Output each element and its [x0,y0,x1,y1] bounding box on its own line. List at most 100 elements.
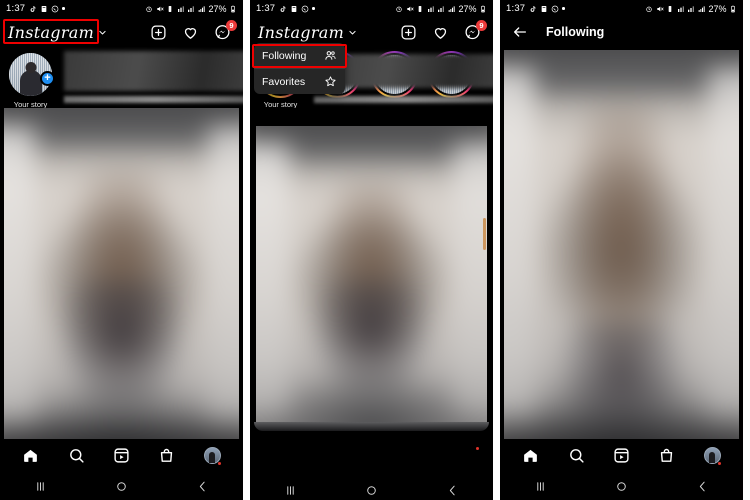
recents-icon[interactable] [534,480,547,493]
header-actions: 9 [150,19,237,41]
chevron-left-icon[interactable] [696,480,709,493]
feed-post-blurred[interactable] [0,108,243,439]
bottom-area [0,439,243,500]
signal-1-icon [677,5,684,12]
your-story-label: Your story [13,100,48,108]
photo-top-band [256,126,487,162]
blurred-story-names [314,96,493,103]
create-icon[interactable] [150,24,167,41]
create-icon[interactable] [400,24,417,41]
your-story[interactable]: + Your story [6,51,55,108]
photo-bottom-band [500,409,743,439]
home-icon[interactable] [522,447,539,464]
reels-icon[interactable] [613,447,630,464]
chevron-down-icon [349,30,356,34]
alarm-icon [146,6,153,12]
photo-left-wall [500,67,535,428]
photo-top-band [0,108,243,148]
instagram-title-dropdown[interactable]: Instagram [258,23,357,42]
mute-icon [657,6,664,11]
recents-icon[interactable] [34,480,47,493]
back-arrow-icon[interactable] [512,24,528,40]
instagram-wordmark: Instagram [258,22,345,42]
system-nav-bar [500,472,743,500]
avatar-head [25,62,36,73]
battery-percent: 27% [708,3,727,14]
feed-filter-dropdown: Following Favorites [254,43,345,94]
messenger-badge: 9 [226,19,237,31]
app-icon [41,5,47,12]
chevron-down-icon [99,30,106,34]
feed-post-blurred[interactable] [256,126,487,422]
chevron-left-icon[interactable] [196,480,209,493]
panel-3-following-feed: 1:37 27% Following [500,0,743,500]
app-icon [291,5,297,12]
blurred-stories-strip[interactable] [64,51,243,91]
search-icon[interactable] [68,447,85,464]
blurred-photo [500,47,743,439]
circle-icon[interactable] [115,480,128,493]
profile-avatar-icon[interactable] [203,447,221,465]
battery-icon [231,5,235,12]
photo-shadow [61,280,182,407]
battery-icon [731,5,735,12]
system-nav-bar [0,472,243,500]
messenger-icon[interactable]: 9 [464,19,487,41]
add-story-plus-icon[interactable]: + [40,71,55,86]
signal-2-icon [438,5,445,12]
home-icon[interactable] [22,447,39,464]
activity-heart-icon[interactable] [432,24,449,41]
instagram-title-dropdown[interactable]: Instagram [8,23,107,42]
status-bar: 1:37 27% [250,0,493,17]
menu-item-favorites[interactable]: Favorites [254,69,345,94]
notification-dot [476,447,479,450]
messenger-icon[interactable]: 9 [214,19,237,41]
circle-icon[interactable] [365,484,378,497]
alarm-icon [646,6,653,12]
status-left-icons [279,5,315,13]
battery-icon [481,5,485,12]
tiktok-icon [530,5,536,12]
vibrate-icon [419,5,422,12]
dot-icon [562,7,565,10]
status-left-icons [29,5,65,13]
search-icon[interactable] [568,447,585,464]
recents-icon[interactable] [284,484,297,497]
reels-icon[interactable] [113,447,130,464]
blurred-photo [256,126,487,422]
chevron-left-icon[interactable] [446,484,459,497]
photo-right-wall [208,125,243,430]
page-title: Following [546,25,605,39]
photo-right-wall [454,141,487,414]
feed-left-edge [500,47,504,439]
feed-post-blurred[interactable] [500,47,743,439]
scrollbar-thumb[interactable] [483,218,486,250]
header-divider [500,47,743,50]
feed-left-edge [0,108,4,439]
feed-right-edge [739,47,743,439]
activity-heart-icon[interactable] [182,24,199,41]
profile-notification-dot [217,462,221,465]
signal-1-icon [177,5,184,12]
circle-icon[interactable] [615,480,628,493]
whatsapp-icon [301,5,309,12]
menu-item-following-label: Following [262,49,307,62]
photo-left-wall [0,125,35,430]
photo-right-wall [708,67,743,428]
app-icon [541,5,547,12]
profile-avatar-icon[interactable] [703,447,721,465]
menu-item-following[interactable]: Following [254,43,345,68]
story-tray[interactable]: + Your story [0,47,243,108]
status-right-icons: 27% [145,4,237,14]
signal-bars-icon [698,5,705,12]
avatar-body [19,70,42,96]
feed-right-edge [239,108,243,439]
dot-icon [62,7,65,10]
shop-bag-icon[interactable] [658,447,675,464]
status-bar: 1:37 27% [0,0,243,17]
tiktok-icon [280,5,286,12]
battery-percent: 27% [458,3,477,14]
photo-left-wall [256,141,289,414]
menu-item-favorites-label: Favorites [262,75,306,88]
shop-bag-icon[interactable] [158,447,175,464]
